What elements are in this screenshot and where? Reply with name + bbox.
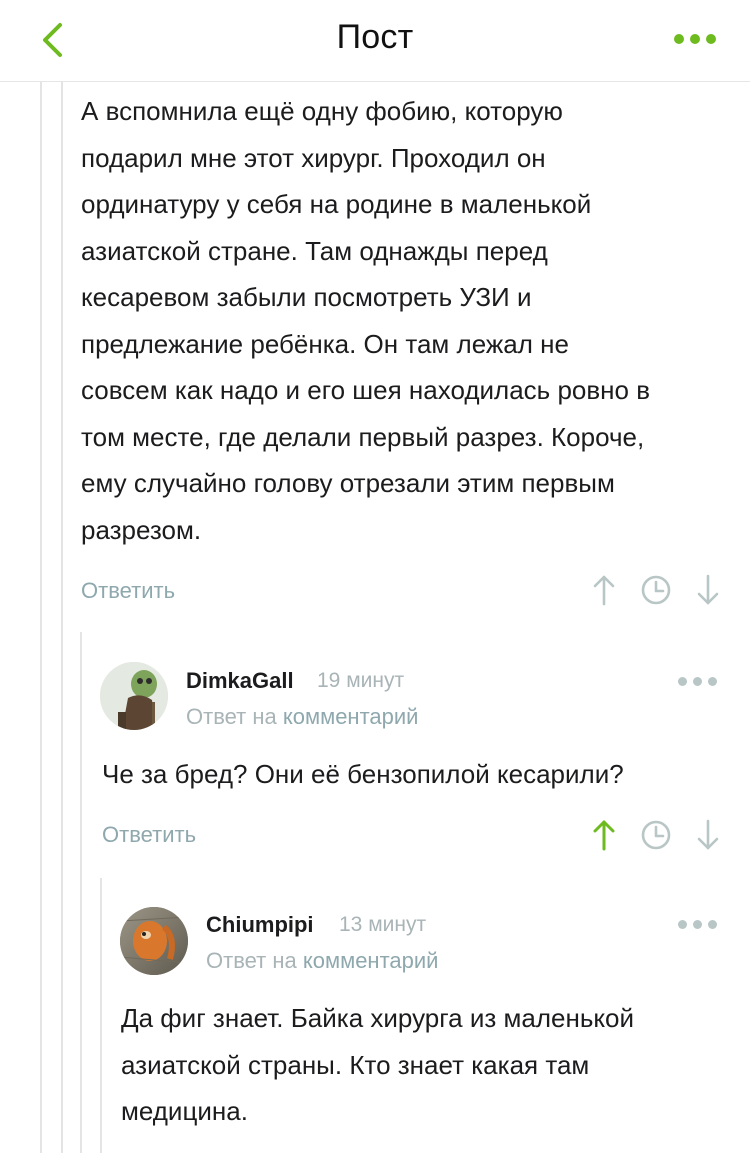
- comment-author[interactable]: DimkaGall: [186, 668, 294, 694]
- more-dot: [708, 677, 717, 686]
- more-dot: [693, 677, 702, 686]
- save-later-button[interactable]: [630, 570, 682, 610]
- avatar-image: [100, 662, 168, 730]
- comment-more-button[interactable]: [678, 920, 717, 929]
- more-options-button[interactable]: [670, 24, 720, 54]
- upvote-arrow-icon: [593, 820, 615, 851]
- reply-to-prefix: Ответ на: [186, 704, 277, 729]
- upvote-button[interactable]: [578, 570, 630, 610]
- reply-to-link[interactable]: комментарий: [283, 704, 419, 729]
- avatar-image: [120, 907, 188, 975]
- save-later-button[interactable]: [630, 815, 682, 855]
- more-dots-icon: [678, 677, 687, 686]
- thread-line: [100, 878, 102, 1153]
- clock-icon: [641, 575, 671, 605]
- more-dots-icon: [674, 34, 684, 44]
- downvote-button[interactable]: [682, 570, 734, 610]
- more-dot: [706, 34, 716, 44]
- top-bar: Пост: [0, 0, 750, 82]
- reply-button[interactable]: Ответить: [81, 578, 175, 604]
- comment-actions: [578, 815, 734, 855]
- more-dot: [693, 920, 702, 929]
- comment-body: Да фиг знает. Байка хирурга из маленькой…: [121, 1003, 635, 1126]
- reply-to-line: Ответ на комментарий: [186, 704, 418, 730]
- downvote-arrow-icon: [697, 819, 719, 850]
- page-title: Пост: [336, 18, 414, 56]
- thread-line: [61, 82, 63, 1153]
- avatar[interactable]: [100, 662, 168, 730]
- reply-button[interactable]: Ответить: [102, 822, 196, 848]
- downvote-button[interactable]: [682, 815, 734, 855]
- more-dot: [690, 34, 700, 44]
- upvote-button[interactable]: [578, 815, 630, 855]
- reply-to-link[interactable]: комментарий: [303, 948, 439, 973]
- comment-author[interactable]: Chiumpipi: [206, 912, 314, 938]
- thread-line: [40, 82, 42, 1153]
- comment-actions: [578, 570, 734, 610]
- avatar[interactable]: [120, 907, 188, 975]
- comment-time: 13 минут: [339, 913, 427, 936]
- clock-icon: [641, 820, 671, 850]
- comment-body: А вспомнила ещё одну фобию, которую пода…: [81, 96, 651, 545]
- thread-line: [80, 632, 82, 1153]
- comment-time: 19 минут: [317, 669, 405, 692]
- comment-body: Че за бред? Они её бензопилой кесарили?: [102, 759, 624, 789]
- reply-to-line: Ответ на комментарий: [206, 948, 438, 974]
- reply-to-prefix: Ответ на: [206, 948, 297, 973]
- more-dot: [708, 920, 717, 929]
- upvote-arrow-icon: [593, 575, 615, 606]
- more-dots-icon: [678, 920, 687, 929]
- comment-more-button[interactable]: [678, 677, 717, 686]
- downvote-arrow-icon: [697, 574, 719, 605]
